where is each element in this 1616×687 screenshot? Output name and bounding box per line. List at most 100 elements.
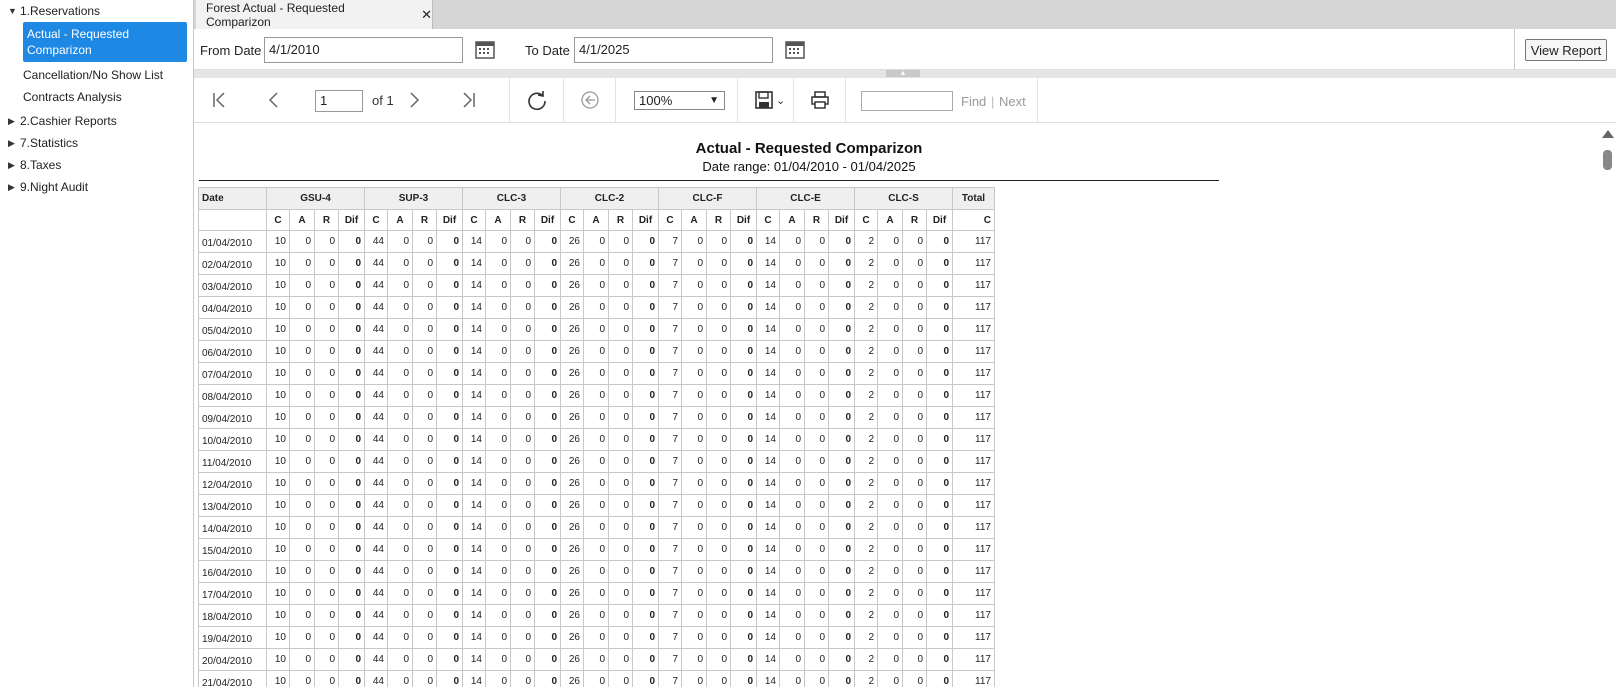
caret-right-icon[interactable]: ▶ <box>8 160 20 171</box>
table-row: 14/04/2010 10 0 0 0 44 0 0 0 14 0 0 0 26 0 0 0 7 0 0 0 14 0 0 0 2… <box>198 516 995 539</box>
tree-item-actual-requested[interactable]: Actual - Requested Comparizon <box>23 22 187 62</box>
value-cell: 0 <box>608 538 633 561</box>
value-cell: 0 <box>730 384 757 407</box>
value-cell: 14 <box>462 230 486 253</box>
value-cell: 0 <box>314 274 339 297</box>
value-cell: 0 <box>779 406 805 429</box>
value-cell: 0 <box>828 648 855 671</box>
save-icon[interactable] <box>754 90 774 110</box>
caret-right-icon[interactable]: ▶ <box>8 116 20 127</box>
find-link[interactable]: Find <box>961 94 986 109</box>
value-cell: 7 <box>658 252 682 275</box>
value-cell: 7 <box>658 230 682 253</box>
subcolumn-header: A <box>681 209 707 231</box>
value-cell: 0 <box>534 604 561 627</box>
total-cell: 117 <box>952 626 995 649</box>
tree-item-label: Cancellation/No Show List <box>23 68 164 82</box>
collapse-arrow-icon[interactable]: ▲ <box>886 70 920 77</box>
tree-item-contracts[interactable]: Contracts Analysis <box>23 88 122 106</box>
next-link[interactable]: Next <box>999 94 1026 109</box>
value-cell: 0 <box>632 494 659 517</box>
value-cell: 0 <box>779 252 805 275</box>
value-cell: 0 <box>681 582 707 605</box>
value-cell: 0 <box>583 384 609 407</box>
value-cell: 0 <box>706 516 731 539</box>
value-cell: 0 <box>412 318 437 341</box>
chevron-down-icon[interactable]: ⌄ <box>776 94 785 107</box>
value-cell: 0 <box>730 296 757 319</box>
value-cell: 0 <box>289 670 315 687</box>
table-row: 03/04/2010 10 0 0 0 44 0 0 0 14 0 0 0 26 0 0 0 7 0 0 0 14 0 0 0 2… <box>198 274 995 297</box>
value-cell: 0 <box>804 538 829 561</box>
value-cell: 0 <box>877 428 903 451</box>
last-page-icon[interactable] <box>458 90 478 110</box>
value-cell: 0 <box>632 538 659 561</box>
first-page-icon[interactable] <box>210 90 230 110</box>
calendar-icon[interactable] <box>475 39 495 59</box>
value-cell: 0 <box>706 494 731 517</box>
zoom-select[interactable]: 100% ▼ <box>634 91 725 110</box>
table-row: 11/04/2010 10 0 0 0 44 0 0 0 14 0 0 0 26 0 0 0 7 0 0 0 14 0 0 0 2… <box>198 450 995 473</box>
caret-right-icon[interactable]: ▶ <box>8 182 20 193</box>
from-date-input[interactable]: 4/1/2010 <box>264 37 463 63</box>
value-cell: 0 <box>926 538 953 561</box>
value-cell: 0 <box>779 318 805 341</box>
caret-right-icon[interactable]: ▶ <box>8 138 20 149</box>
subcolumn-header: R <box>902 209 927 231</box>
value-cell: 0 <box>877 340 903 363</box>
parameters-splitter[interactable]: ▲ <box>194 70 1616 78</box>
value-cell: 0 <box>338 406 365 429</box>
find-input[interactable] <box>861 91 953 111</box>
value-cell: 2 <box>854 494 878 517</box>
tree-item-cancellation[interactable]: Cancellation/No Show List <box>23 66 163 84</box>
tree-node-cashier[interactable]: ▶ 2.Cashier Reports <box>8 112 117 130</box>
group-header: CLC-E <box>756 187 855 210</box>
tree-node-taxes[interactable]: ▶ 8.Taxes <box>8 156 61 174</box>
value-cell: 0 <box>779 538 805 561</box>
print-icon[interactable] <box>810 90 830 110</box>
tree-node-reservations[interactable]: ▼ 1.Reservations <box>8 2 100 20</box>
close-icon[interactable]: ✕ <box>421 7 432 23</box>
value-cell: 26 <box>560 406 584 429</box>
scroll-thumb[interactable] <box>1603 150 1612 170</box>
back-to-parent-icon[interactable] <box>580 90 600 110</box>
value-cell: 10 <box>266 516 290 539</box>
value-cell: 14 <box>462 340 486 363</box>
value-cell: 0 <box>314 472 339 495</box>
value-cell: 26 <box>560 252 584 275</box>
value-cell: 0 <box>926 362 953 385</box>
date-cell: 15/04/2010 <box>198 538 267 561</box>
calendar-icon[interactable] <box>785 39 805 59</box>
vertical-scrollbar[interactable] <box>1599 124 1616 687</box>
value-cell: 0 <box>804 296 829 319</box>
value-cell: 0 <box>828 604 855 627</box>
value-cell: 14 <box>462 560 486 583</box>
tree-node-night-audit[interactable]: ▶ 9.Night Audit <box>8 178 88 196</box>
value-cell: 2 <box>854 472 878 495</box>
value-cell: 0 <box>926 670 953 687</box>
tab-report[interactable]: Forest Actual - Requested Comparizon ✕ <box>196 0 433 29</box>
scroll-up-icon[interactable] <box>1602 130 1614 138</box>
value-cell: 0 <box>706 384 731 407</box>
previous-page-icon[interactable] <box>264 90 284 110</box>
refresh-icon[interactable] <box>526 90 548 112</box>
tree-node-statistics[interactable]: ▶ 7.Statistics <box>8 134 78 152</box>
next-page-icon[interactable] <box>404 90 424 110</box>
report-title: Actual - Requested Comparizon <box>695 140 923 157</box>
subcolumn-header: A <box>779 209 805 231</box>
to-date-input[interactable]: 4/1/2025 <box>574 37 773 63</box>
caret-down-icon[interactable]: ▼ <box>8 6 20 16</box>
value-cell: 0 <box>412 670 437 687</box>
value-cell: 0 <box>926 560 953 583</box>
value-cell: 0 <box>828 472 855 495</box>
view-report-button[interactable]: View Report <box>1525 39 1607 61</box>
page-number-input[interactable]: 1 <box>315 90 363 112</box>
value-cell: 0 <box>510 450 535 473</box>
title-divider <box>199 180 1219 181</box>
value-cell: 0 <box>534 626 561 649</box>
value-cell: 0 <box>485 604 511 627</box>
value-cell: 0 <box>338 560 365 583</box>
value-cell: 0 <box>804 230 829 253</box>
value-cell: 0 <box>412 516 437 539</box>
total-cell: 117 <box>952 494 995 517</box>
